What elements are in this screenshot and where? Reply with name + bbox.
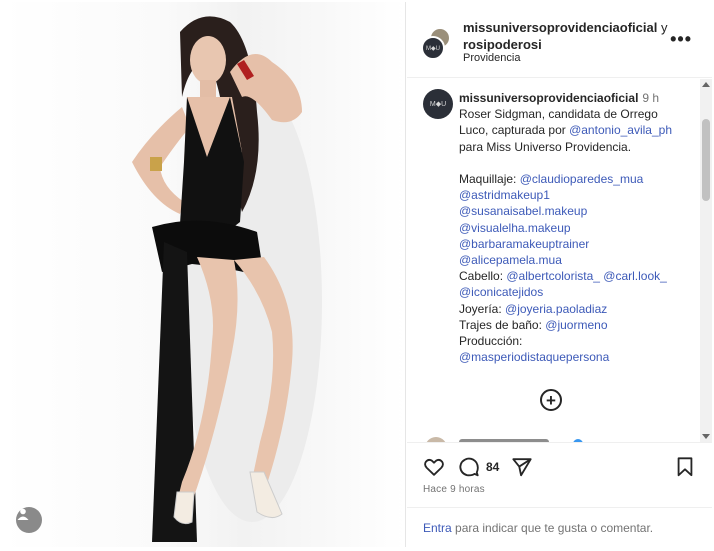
mention-link[interactable]: @barbaramakeuptrainer: [459, 237, 589, 251]
mention-link[interactable]: @visualelha.makeup: [459, 221, 571, 235]
mention-link[interactable]: @masperiodistaquepersona: [459, 350, 609, 364]
comment-count: 84: [486, 460, 500, 474]
more-options-icon[interactable]: •••: [670, 30, 692, 48]
scroll-thumb[interactable]: [702, 119, 710, 201]
post-header: M◆U missuniversoprovidenciaoficial y ros…: [407, 2, 712, 78]
trajes-label: Trajes de baño:: [459, 317, 546, 332]
comments-scrollbar[interactable]: [700, 79, 712, 442]
login-link[interactable]: Entra: [423, 521, 452, 535]
comment-icon[interactable]: [458, 456, 480, 478]
post-actions: 84 Hace 9 horas: [407, 442, 712, 502]
caption-line2: Luco, capturada por: [459, 123, 570, 138]
load-more-comments-icon[interactable]: +: [540, 389, 562, 411]
comment-preview: [423, 435, 683, 442]
mention-link[interactable]: @iconicatejidos: [459, 285, 543, 299]
post-time-ago[interactable]: Hace 9 horas: [423, 484, 485, 495]
mention-link[interactable]: @juormeno: [545, 318, 607, 332]
header-usernames: missuniversoprovidenciaoficial y rosipod…: [463, 19, 667, 53]
comments-panel: M◆U missuniversoprovidenciaoficial 9 h Ro…: [407, 79, 700, 442]
caption-avatar[interactable]: M◆U: [423, 89, 453, 119]
mention-link[interactable]: @joyeria.paoladiaz: [505, 302, 607, 316]
scroll-up-arrow-icon[interactable]: [702, 82, 710, 87]
post-dialog: M◆U missuniversoprovidenciaoficial y ros…: [0, 0, 714, 551]
mention-link[interactable]: @albertcolorista_: [506, 269, 600, 283]
post-sidebar: M◆U missuniversoprovidenciaoficial y ros…: [407, 2, 712, 547]
bookmark-icon[interactable]: [675, 456, 695, 478]
login-prompt-text: para indicar que te gusta o comentar.: [451, 521, 654, 535]
mention-link[interactable]: @carl.look_: [603, 269, 667, 283]
mention-link[interactable]: @astridmakeup1: [459, 188, 550, 202]
scroll-down-arrow-icon[interactable]: [702, 434, 710, 439]
mention-link[interactable]: @antonio_avila_ph: [569, 123, 672, 137]
caption-text: missuniversoprovidenciaoficial 9 h Roser …: [459, 90, 691, 365]
post-photo[interactable]: [2, 2, 406, 547]
user-tag-icon[interactable]: [16, 507, 42, 533]
produccion-label: Producción:: [459, 334, 523, 349]
caption-time[interactable]: 9 h: [642, 91, 659, 105]
cabello-label: Cabello:: [459, 269, 507, 284]
heart-icon[interactable]: [423, 456, 445, 478]
caption-line3: para Miss Universo Providencia.: [459, 139, 632, 154]
header-joiner: y: [660, 20, 668, 35]
avatar-missuniverso[interactable]: M◆U: [421, 36, 445, 60]
location-link[interactable]: Providencia: [463, 52, 520, 64]
model-illustration: [132, 16, 322, 542]
header-user2-link[interactable]: rosipoderosi: [463, 37, 542, 52]
mention-link[interactable]: @claudioparedes_mua: [520, 172, 644, 186]
collab-avatars[interactable]: M◆U: [421, 27, 453, 60]
joyeria-label: Joyería:: [459, 301, 506, 316]
mention-link[interactable]: @susanaisabel.makeup: [459, 204, 587, 218]
login-prompt: Entra para indicar que te gusta o coment…: [407, 507, 712, 547]
caption-line1: Roser Sidgman, candidata de Orrego: [459, 107, 658, 122]
share-icon[interactable]: [511, 456, 533, 478]
caption-username-link[interactable]: missuniversoprovidenciaoficial: [459, 91, 638, 105]
mention-link[interactable]: @alicepamela.mua: [459, 253, 562, 267]
maquillaje-label: Maquillaje:: [459, 172, 520, 187]
header-user1-link[interactable]: missuniversoprovidenciaoficial: [463, 20, 657, 35]
